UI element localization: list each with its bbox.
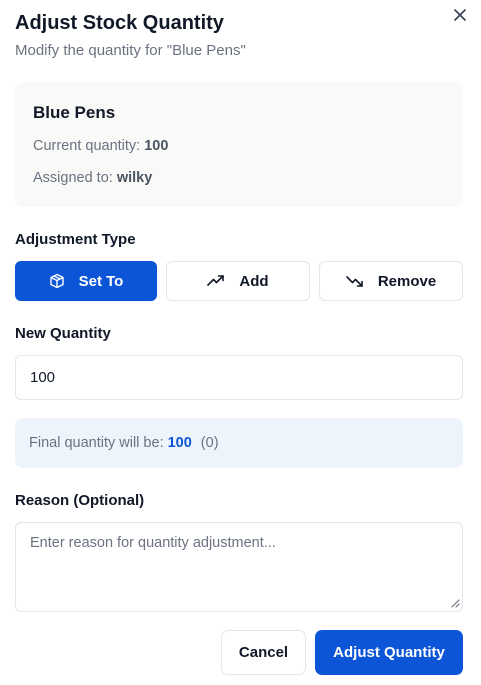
adjust-quantity-button[interactable]: Adjust Quantity (315, 630, 463, 675)
set-to-label: Set To (78, 272, 124, 290)
set-to-button[interactable]: Set To (15, 261, 157, 301)
new-quantity-label: New Quantity (15, 325, 111, 342)
dialog-title: Adjust Stock Quantity (15, 12, 224, 34)
final-quantity-text: Final quantity will be: (29, 435, 164, 451)
close-icon (454, 9, 466, 21)
trending-up-icon (207, 275, 225, 286)
trending-down-icon (346, 276, 363, 287)
add-button[interactable]: Add (166, 261, 310, 301)
new-quantity-input[interactable] (15, 355, 463, 400)
final-quantity-diff: (0) (200, 435, 219, 451)
cancel-button[interactable]: Cancel (221, 630, 306, 675)
resize-handle-icon[interactable] (450, 598, 460, 608)
item-info-card: Blue Pens Current quantity: 100 Assigned… (15, 82, 463, 207)
assigned-to-value: wilky (116, 170, 153, 186)
adjustment-type-label: Adjustment Type (15, 231, 136, 248)
add-label: Add (239, 272, 269, 290)
assigned-to: Assigned to: wilky (33, 170, 152, 186)
current-quantity: Current quantity: 100 (33, 138, 168, 154)
remove-label: Remove (377, 272, 437, 290)
close-button[interactable] (449, 4, 471, 26)
current-quantity-value: 100 (144, 138, 169, 154)
current-quantity-label: Current quantity: (33, 138, 141, 154)
final-quantity-notice: Final quantity will be: 100 (0) (15, 418, 463, 468)
item-name: Blue Pens (33, 103, 116, 122)
reason-label: Reason (Optional) (15, 492, 145, 509)
final-quantity-value: 100 (167, 435, 192, 451)
remove-button[interactable]: Remove (319, 261, 463, 301)
dialog-subtitle: Modify the quantity for "Blue Pens" (15, 42, 246, 59)
cube-icon (49, 273, 64, 289)
reason-textarea[interactable] (15, 522, 463, 612)
assigned-to-label: Assigned to: (33, 170, 113, 186)
